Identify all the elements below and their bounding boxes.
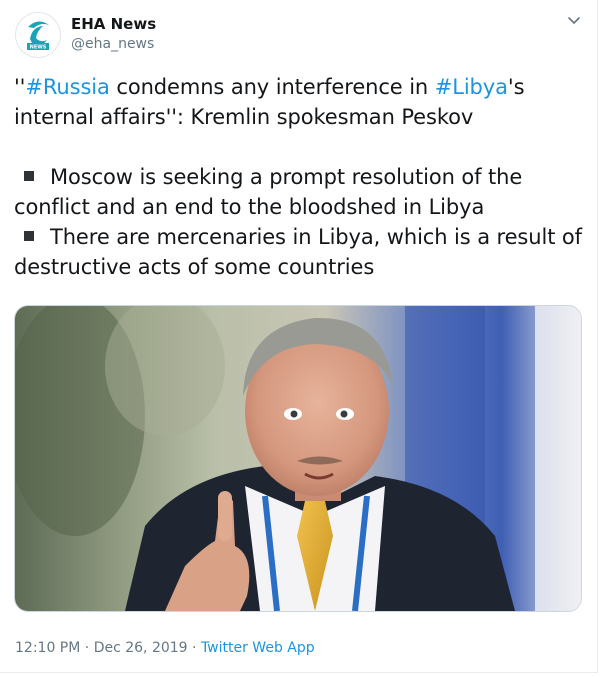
- user-handle[interactable]: @eha_news: [71, 36, 154, 52]
- hashtag-libya[interactable]: #Libya: [435, 75, 508, 99]
- bullet-text: There are mercenaries in Libya, which is…: [14, 225, 582, 279]
- tweet-date[interactable]: Dec 26, 2019: [94, 640, 188, 656]
- meta-separator: ·: [187, 640, 201, 656]
- bullet-text: Moscow is seeking a prompt resolution of…: [14, 165, 523, 219]
- quote-open: '': [14, 75, 26, 99]
- black-square-icon: [24, 231, 34, 241]
- chevron-down-icon: [568, 17, 580, 24]
- more-options-caret[interactable]: [566, 12, 582, 28]
- headline-paragraph: ''#Russia condemns any interference in #…: [14, 72, 589, 132]
- eha-news-logo: NEWS: [17, 14, 59, 56]
- display-name[interactable]: EHA News: [71, 15, 156, 33]
- tweet-text: ''#Russia condemns any interference in #…: [14, 72, 589, 282]
- tweet-card: NEWS EHA News @eha_news ''#Russia condem…: [0, 0, 598, 673]
- tweet-source-link[interactable]: Twitter Web App: [201, 640, 315, 656]
- meta-separator: ·: [80, 640, 94, 656]
- black-square-icon: [24, 171, 34, 181]
- bullet-item: Moscow is seeking a prompt resolution of…: [14, 162, 589, 222]
- bullet-item: There are mercenaries in Libya, which is…: [14, 222, 589, 282]
- tweet-photo[interactable]: [14, 305, 582, 612]
- avatar[interactable]: NEWS: [15, 12, 61, 58]
- photo-illustration: [15, 306, 581, 611]
- avatar-label: NEWS: [30, 45, 47, 51]
- tweet-time[interactable]: 12:10 PM: [15, 640, 80, 656]
- hashtag-russia[interactable]: #Russia: [25, 75, 110, 99]
- headline-mid: condemns any interference in: [109, 75, 435, 99]
- tweet-metadata: 12:10 PM · Dec 26, 2019 · Twitter Web Ap…: [15, 640, 315, 656]
